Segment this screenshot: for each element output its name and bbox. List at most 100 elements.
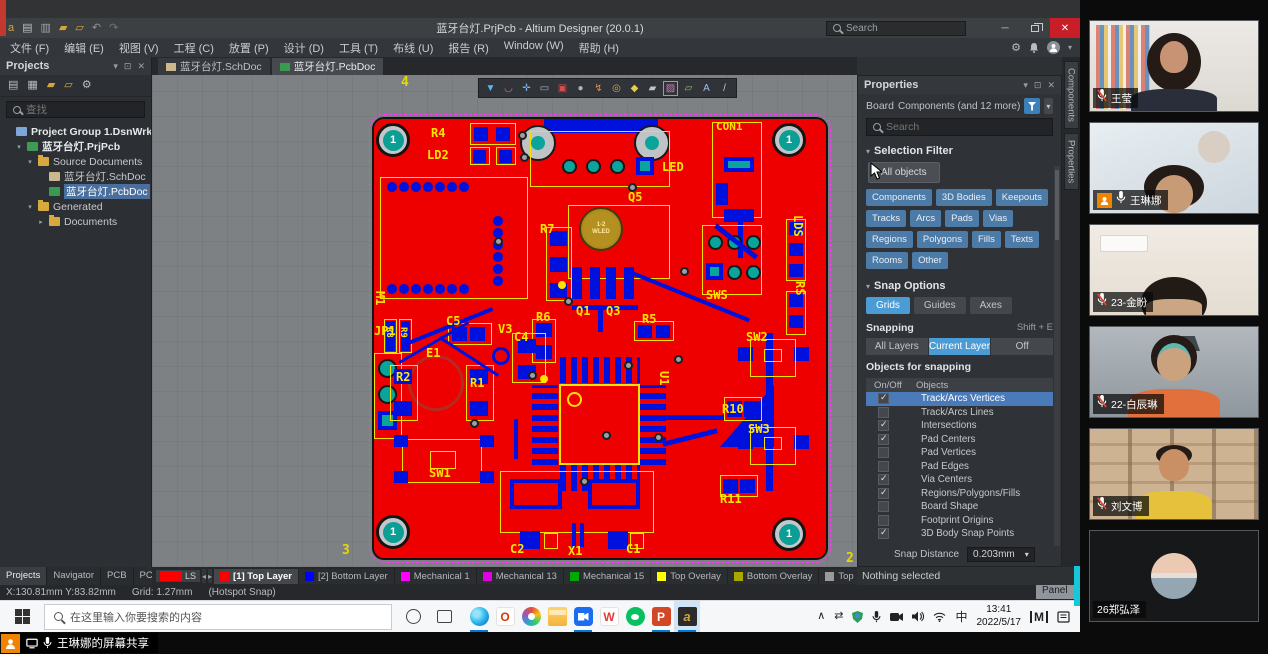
pad[interactable] <box>496 127 510 141</box>
snap-object-row[interactable]: Footprint Origins <box>866 514 1053 528</box>
pad[interactable] <box>470 327 485 341</box>
quick-access-icon[interactable]: ▤ <box>22 23 32 34</box>
checkbox[interactable] <box>878 528 889 539</box>
u1-chip[interactable] <box>559 384 640 465</box>
canvas-tool-icon[interactable]: ◡ <box>501 81 516 96</box>
filter-button[interactable] <box>1024 98 1039 114</box>
side-tab[interactable]: Components <box>1064 61 1079 129</box>
pad[interactable] <box>789 294 803 307</box>
document-tab[interactable]: 蓝牙台灯.SchDoc <box>158 58 270 75</box>
pad[interactable] <box>499 150 512 163</box>
canvas-tool-icon[interactable]: ● <box>573 81 588 96</box>
participant-tile[interactable]: 26郑弘泽 <box>1089 530 1259 622</box>
canvas-tool-icon[interactable]: ▼ <box>483 81 498 96</box>
layer-tab[interactable]: Mechanical 15 <box>564 569 651 584</box>
mounting-hole[interactable]: 1 <box>376 515 410 549</box>
checkbox[interactable] <box>878 488 889 499</box>
pad[interactable] <box>716 183 728 205</box>
camera-icon[interactable] <box>890 612 903 622</box>
restore-button[interactable] <box>1020 18 1050 38</box>
tree-expander-icon[interactable]: ▾ <box>26 203 34 211</box>
snap-object-row[interactable]: Track/Arcs Vertices <box>866 392 1053 406</box>
projects-toolbar-icon[interactable]: ▤ <box>8 80 18 91</box>
collapse-icon[interactable]: ▾ <box>866 147 870 156</box>
checkbox[interactable] <box>878 434 889 445</box>
snap-object-row[interactable]: Pad Edges <box>866 460 1053 474</box>
snap-object-row[interactable]: Regions/Polygons/Fills <box>866 487 1053 501</box>
snapping-mode-button[interactable]: Off <box>991 338 1053 355</box>
selection-filter-button[interactable]: Pads <box>945 210 979 227</box>
properties-search-input[interactable] <box>866 118 1053 136</box>
sync-arrows-icon[interactable]: ⇄ <box>834 611 843 622</box>
pad[interactable] <box>794 435 809 449</box>
tree-expander-icon[interactable]: ▸ <box>37 218 45 226</box>
pad[interactable] <box>794 347 809 361</box>
scrollbar[interactable] <box>1054 166 1060 546</box>
v3-pad[interactable] <box>492 347 510 365</box>
selection-filter-button[interactable]: Fills <box>972 231 1001 248</box>
speaker-icon[interactable] <box>912 611 924 622</box>
tree-item[interactable]: 蓝牙台灯.PcbDoc <box>0 184 151 199</box>
panel-header-icon[interactable]: ✕ <box>1047 80 1055 91</box>
panel-header-icon[interactable]: ▾ <box>1023 80 1028 91</box>
wifi-icon[interactable] <box>933 612 946 622</box>
taskbar-app-icon[interactable]: O <box>492 601 518 633</box>
cortana-icon[interactable] <box>406 609 421 624</box>
pad[interactable] <box>727 265 742 280</box>
bell-icon[interactable] <box>1029 42 1039 53</box>
side-tab[interactable]: Properties <box>1064 133 1079 190</box>
layer-tab[interactable]: [1] Top Layer <box>214 569 299 584</box>
selection-filter-button[interactable]: Components <box>866 189 932 206</box>
pad[interactable] <box>480 471 494 483</box>
mounting-hole[interactable]: 1 <box>772 517 806 551</box>
menu-item[interactable]: 设计 (D) <box>284 40 324 56</box>
checkbox[interactable] <box>878 420 889 431</box>
pad[interactable] <box>550 257 567 272</box>
tree-expander-icon[interactable]: ▾ <box>26 158 34 166</box>
snap-object-row[interactable]: 3D Body Snap Points <box>866 527 1053 541</box>
security-shield-icon[interactable] <box>852 611 863 623</box>
taskbar-app-icon[interactable]: P <box>648 601 674 633</box>
menu-item[interactable]: 文件 (F) <box>10 40 49 56</box>
checkbox[interactable] <box>878 474 889 485</box>
layer-scroll-right[interactable]: ▸ <box>208 569 212 583</box>
menu-item[interactable]: 布线 (U) <box>393 40 433 56</box>
snap-object-row[interactable]: Pad Vertices <box>866 446 1053 460</box>
tree-item[interactable]: ▾ Source Documents <box>0 154 151 169</box>
snap-distance-value[interactable]: 0.203mm▾ <box>967 547 1035 562</box>
pad[interactable] <box>740 479 755 493</box>
filter-dropdown[interactable]: ▾ <box>1044 98 1053 114</box>
selection-filter-button[interactable]: Keepouts <box>996 189 1048 206</box>
mounting-hole[interactable]: 1 <box>376 123 410 157</box>
canvas-tool-icon[interactable]: ▨ <box>663 81 678 96</box>
via[interactable] <box>680 267 689 276</box>
checkbox[interactable] <box>878 407 889 418</box>
participant-tile[interactable]: 刘文博 <box>1089 428 1259 520</box>
via[interactable] <box>580 477 589 486</box>
via[interactable] <box>518 131 527 140</box>
snapping-mode-button[interactable]: All Layers <box>866 338 928 355</box>
selection-filter-button[interactable]: Polygons <box>917 231 968 248</box>
panel-tab[interactable]: Projects <box>0 567 47 585</box>
wled-gold-pad[interactable]: 1-2WLED <box>579 207 623 251</box>
menu-item[interactable]: 工具 (T) <box>339 40 378 56</box>
checkbox[interactable] <box>878 501 889 512</box>
participant-tile[interactable]: 23-金盼 <box>1089 224 1259 316</box>
quick-access-icon[interactable]: ▱ <box>75 23 83 34</box>
pad[interactable] <box>608 531 628 549</box>
panel-header-icon[interactable]: ⊡ <box>1034 80 1042 91</box>
pad[interactable] <box>610 159 625 174</box>
selection-filter-button[interactable]: 3D Bodies <box>936 189 992 206</box>
pad[interactable] <box>572 267 582 299</box>
canvas-tool-icon[interactable]: ↯ <box>591 81 606 96</box>
pad[interactable] <box>590 267 600 299</box>
menu-item[interactable]: 帮助 (H) <box>579 40 619 56</box>
taskbar-app-icon[interactable] <box>544 601 570 633</box>
panel-tab[interactable]: PCB <box>101 567 134 585</box>
user-avatar[interactable] <box>1047 41 1060 54</box>
panel-header-icon[interactable]: ▾ <box>113 61 118 72</box>
projects-search-input[interactable] <box>6 101 145 118</box>
projects-toolbar-icon[interactable]: ▦ <box>27 80 37 91</box>
projects-toolbar-icon[interactable]: ▰ <box>47 80 55 91</box>
quick-access-icon[interactable]: ▰ <box>59 23 67 34</box>
